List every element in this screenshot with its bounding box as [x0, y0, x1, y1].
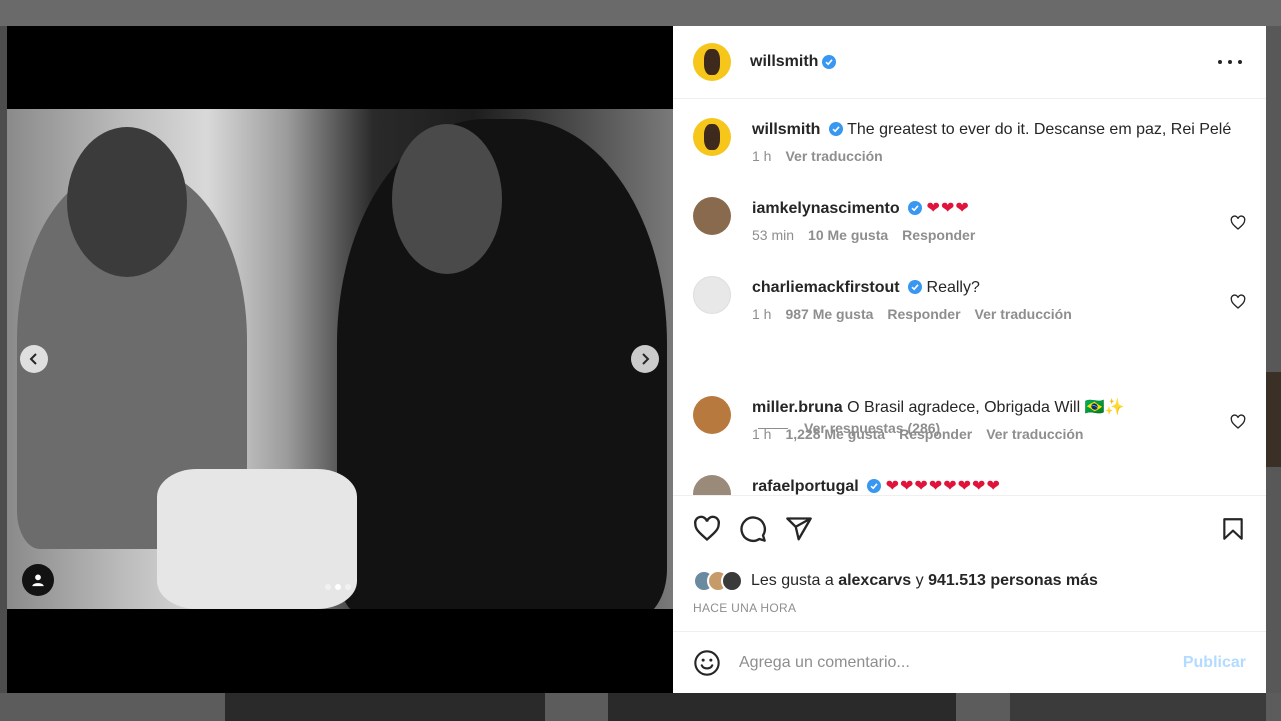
comment-time[interactable]: 53 min	[752, 227, 794, 243]
carousel-indicator	[325, 584, 351, 590]
likes-joiner: y	[915, 572, 924, 589]
reply-button[interactable]: Responder	[902, 227, 975, 243]
comment-username[interactable]: iamkelynascimento	[752, 200, 900, 217]
translate-link[interactable]: Ver traducción	[785, 148, 882, 164]
verified-badge-icon	[908, 280, 923, 294]
avatar[interactable]	[693, 276, 731, 314]
comment-input[interactable]	[739, 653, 1183, 672]
verified-badge-icon	[828, 122, 843, 136]
background-page-top	[0, 0, 1281, 26]
background-thumbnail	[608, 693, 956, 721]
likes-prefix: Les gusta a	[751, 572, 834, 589]
post-modal: willsmith willsmith The greatest to ever…	[7, 26, 1266, 693]
carousel-dot	[345, 584, 351, 590]
background-page-left	[0, 0, 7, 721]
background-thumbnail	[1266, 372, 1281, 467]
avatar[interactable]	[693, 43, 731, 81]
user-icon	[32, 574, 44, 587]
add-comment-bar: Publicar	[673, 631, 1266, 693]
publish-button[interactable]: Publicar	[1183, 654, 1246, 672]
post-header: willsmith	[673, 26, 1266, 99]
previous-image-button[interactable]	[20, 345, 48, 373]
caption-text: The greatest to ever do it. Descanse em …	[847, 121, 1232, 138]
comment-likes[interactable]: 10 Me gusta	[808, 227, 888, 243]
comment-item: miller.bruna O Brasil agradece, Obrigada…	[693, 396, 1246, 442]
caption-username[interactable]: willsmith	[752, 121, 820, 138]
comment-bubble-icon[interactable]	[739, 515, 767, 543]
header-username[interactable]: willsmith	[750, 53, 818, 71]
like-heart-icon[interactable]	[693, 515, 721, 543]
comment-time[interactable]: 1 h	[752, 306, 771, 322]
comment-username[interactable]: charliemackfirstout	[752, 279, 900, 296]
caption-time[interactable]: 1 h	[752, 148, 771, 164]
comment-item: iamkelynascimento ❤❤❤ 53 min 10 Me gusta…	[693, 197, 1246, 243]
background-thumbnail	[1010, 693, 1266, 721]
avatar[interactable]	[721, 570, 743, 592]
comment-text: Really?	[926, 279, 980, 296]
comment-username[interactable]: rafaelportugal	[752, 478, 859, 495]
likes-summary: Les gusta a alexcarvs y 941.513 personas…	[673, 561, 1266, 601]
verified-badge-icon	[822, 55, 837, 69]
like-comment-heart-icon[interactable]	[1230, 215, 1246, 231]
comment-likes[interactable]: 987 Me gusta	[785, 306, 873, 322]
like-comment-heart-icon[interactable]	[1230, 414, 1246, 430]
post-details-panel: willsmith willsmith The greatest to ever…	[673, 26, 1266, 693]
background-page-right	[1266, 26, 1281, 693]
comment-text: O Brasil agradece, Obrigada Will 🇧🇷✨	[847, 399, 1125, 416]
reply-button[interactable]: Responder	[899, 426, 972, 442]
likes-user-link[interactable]: alexcarvs	[838, 572, 911, 589]
post-timestamp[interactable]: HACE UNA HORA	[673, 601, 1266, 631]
chevron-left-icon	[29, 353, 37, 365]
save-bookmark-icon[interactable]	[1220, 515, 1246, 543]
verified-badge-icon	[908, 201, 923, 215]
emoji-icon[interactable]	[693, 649, 721, 677]
comment-item: charliemackfirstout Really? 1 h 987 Me g…	[693, 276, 1246, 322]
post-caption: willsmith The greatest to ever do it. De…	[693, 118, 1246, 164]
avatar[interactable]	[693, 475, 731, 495]
carousel-dot-active	[335, 584, 341, 590]
tagged-users-button[interactable]	[22, 564, 54, 596]
likes-count-link[interactable]: 941.513 personas más	[928, 572, 1098, 589]
reply-button[interactable]: Responder	[887, 306, 960, 322]
verified-badge-icon	[867, 479, 882, 493]
translate-link[interactable]: Ver traducción	[975, 306, 1072, 322]
translate-link[interactable]: Ver traducción	[986, 426, 1083, 442]
avatar[interactable]	[693, 197, 731, 235]
next-image-button[interactable]	[631, 345, 659, 373]
chevron-right-icon	[642, 353, 650, 365]
post-photo	[7, 109, 673, 609]
comments-list: willsmith The greatest to ever do it. De…	[673, 99, 1266, 495]
share-paper-plane-icon[interactable]	[785, 515, 813, 543]
comment-text: ❤❤❤❤❤❤❤❤	[885, 478, 1001, 495]
comment-time[interactable]: 1 h	[752, 426, 771, 442]
avatar[interactable]	[693, 118, 731, 156]
more-options-button[interactable]	[1218, 52, 1242, 72]
comment-likes[interactable]: 1,228 Me gusta	[785, 426, 885, 442]
comment-text: ❤❤❤	[926, 200, 970, 217]
avatar[interactable]	[693, 396, 731, 434]
background-thumbnail	[225, 693, 545, 721]
carousel-dot	[325, 584, 331, 590]
like-comment-heart-icon[interactable]	[1230, 294, 1246, 310]
comment-username[interactable]: miller.bruna	[752, 399, 843, 416]
post-actions	[673, 495, 1266, 561]
likes-text: Les gusta a alexcarvs y 941.513 personas…	[751, 572, 1098, 590]
post-media	[7, 26, 673, 693]
comment-item: rafaelportugal ❤❤❤❤❤❤❤❤	[693, 475, 1246, 495]
